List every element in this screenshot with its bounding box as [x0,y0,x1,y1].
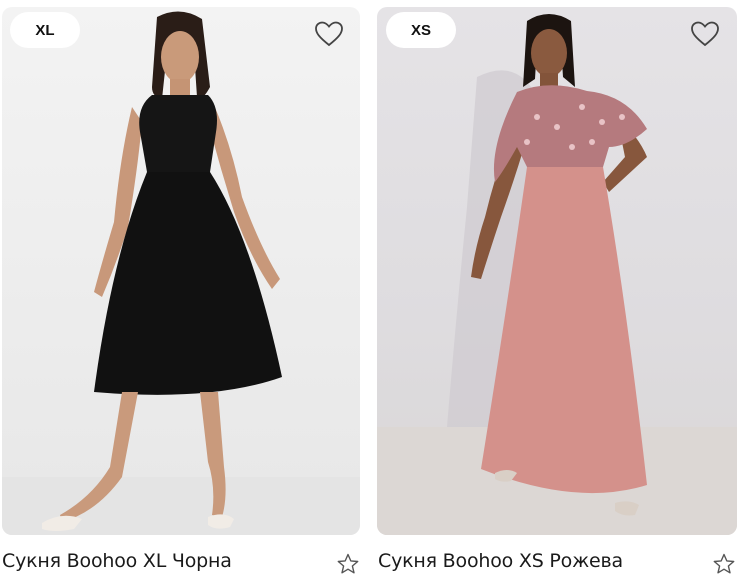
size-badge[interactable]: XS [386,12,456,48]
size-label: XS [410,21,431,39]
size-badge[interactable]: XL [10,12,80,48]
favorite-button[interactable] [690,20,720,48]
product-card[interactable]: XS Сукня Boohoo XS Рожева [376,0,738,584]
heart-icon [315,21,343,47]
dress-photo-pink [377,14,737,535]
star-icon [337,553,359,574]
star-icon [713,553,735,574]
product-image[interactable] [377,7,737,535]
rate-button[interactable] [336,552,360,576]
heart-icon [691,21,719,47]
favorite-button[interactable] [314,20,344,48]
product-title[interactable]: Сукня Boohoo XS Рожева [378,550,698,572]
rate-button[interactable] [712,552,736,576]
product-card[interactable]: XL Сукня Boohoo XL Чорна [0,0,362,584]
product-title[interactable]: Сукня Boohoo XL Чорна [2,550,322,572]
dress-photo-black [2,11,360,535]
product-image[interactable] [2,7,360,535]
size-label: XL [35,21,55,39]
